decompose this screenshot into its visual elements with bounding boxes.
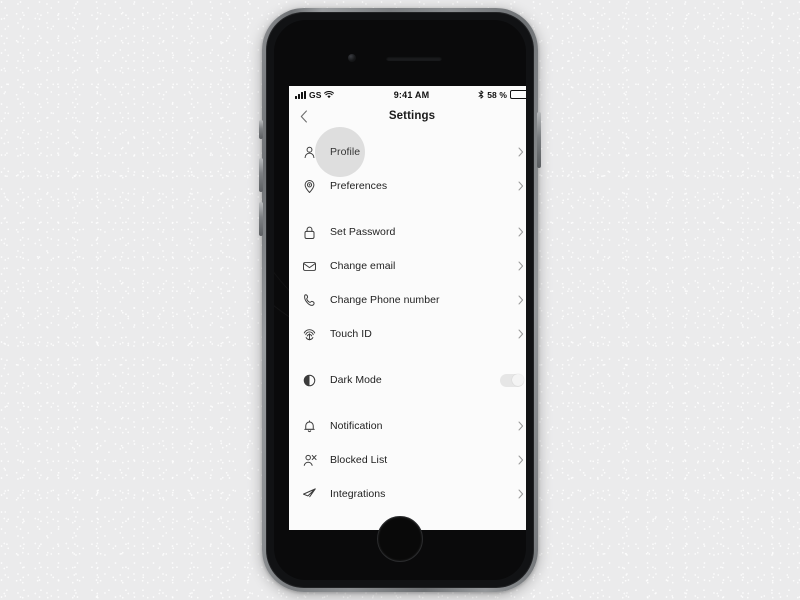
phone-glass: GS 9:41 AM 58 % Settings Profile Prefere… [274,20,526,580]
paper-plane-icon [301,487,318,502]
fingerprint-icon [301,327,318,342]
chevron-right-icon [518,181,524,191]
settings-row-profile[interactable]: Profile [289,127,526,177]
phone-screen: GS 9:41 AM 58 % Settings Profile Prefere… [289,86,526,530]
target-pin-icon [301,179,318,194]
chevron-right-icon [518,455,524,465]
settings-row-label: Touch ID [330,328,372,340]
back-button[interactable] [295,107,313,125]
settings-row-label: Preferences [330,180,388,192]
battery-percent-label: 58 % [487,89,508,100]
signal-bars-icon [295,90,306,99]
settings-row-label: Change Phone number [330,294,440,306]
settings-row-touch-id[interactable]: Touch ID [289,317,526,351]
toggle-knob [511,374,524,386]
status-bar: GS 9:41 AM 58 % [289,86,526,103]
phone-bezel: GS 9:41 AM 58 % Settings Profile Prefere… [266,12,534,588]
bell-icon [301,419,318,434]
settings-row-change-email[interactable]: Change email [289,249,526,283]
settings-row-notification[interactable]: Notification [289,409,526,443]
settings-row-label: Profile [330,146,361,158]
person-icon [301,145,318,160]
phone-icon [301,293,318,308]
navigation-bar: Settings [289,103,526,129]
person-blocked-icon [301,453,318,468]
status-bar-right: 58 % [429,90,526,100]
more-group: Notification Blocked List Integrations [289,409,526,511]
account-group: Profile Preferences [289,127,526,203]
chevron-right-icon [518,227,524,237]
battery-icon [510,90,526,99]
settings-row-preferences[interactable]: Preferences [289,169,526,203]
envelope-icon [301,259,318,274]
home-button[interactable] [377,516,423,562]
settings-row-label: Integrations [330,488,386,500]
status-bar-left: GS [295,90,394,100]
settings-row-change-phone[interactable]: Change Phone number [289,283,526,317]
chevron-right-icon [518,489,524,499]
chevron-right-icon [518,147,524,157]
mute-switch-button[interactable] [259,120,263,139]
page-title: Settings [388,110,436,122]
settings-row-integrations[interactable]: Integrations [289,477,526,511]
bluetooth-icon [478,90,484,99]
phone-device: GS 9:41 AM 58 % Settings Profile Prefere… [259,8,541,592]
settings-row-set-password[interactable]: Set Password [289,215,526,249]
chevron-right-icon [518,295,524,305]
power-button[interactable] [537,112,541,168]
half-circle-icon [301,373,318,388]
chevron-right-icon [518,329,524,339]
settings-row-label: Blocked List [330,454,388,466]
settings-list: Profile Preferences Set Password Change ema… [289,127,526,511]
settings-row-label: Set Password [330,226,396,238]
security-group: Set Password Change email Change Phone num… [289,215,526,351]
appearance-group: Dark Mode [289,363,526,397]
lock-icon [301,225,318,240]
settings-row-blocked-list[interactable]: Blocked List [289,443,526,477]
chevron-right-icon [518,421,524,431]
toggle-switch-dark-mode[interactable] [500,373,524,387]
volume-up-button[interactable] [259,158,263,192]
settings-row-label: Change email [330,260,396,272]
volume-down-button[interactable] [259,202,263,236]
chevron-left-icon [300,109,308,123]
status-bar-clock: 9:41 AM [393,89,430,100]
carrier-label: GS [309,89,322,100]
earpiece-speaker-icon [386,56,442,61]
settings-row-label: Dark Mode [330,374,382,386]
settings-row-label: Notification [330,420,383,432]
wifi-icon [324,90,335,99]
settings-row-dark-mode[interactable]: Dark Mode [289,363,526,397]
front-camera-icon [348,54,356,62]
chevron-right-icon [518,261,524,271]
